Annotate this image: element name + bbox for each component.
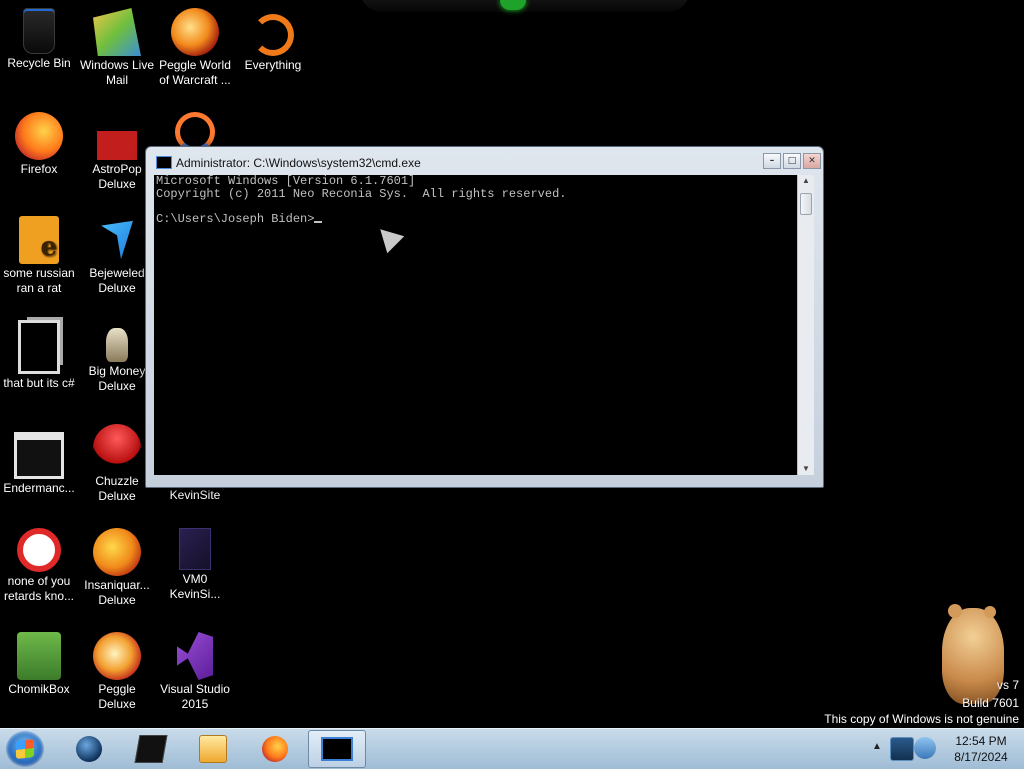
window-title: Administrator: C:\Windows\system32\cmd.e… bbox=[176, 156, 421, 170]
window-controls: – □ ✕ bbox=[761, 153, 821, 169]
desktop-icon-visual-studio[interactable]: Visual Studio 2015 bbox=[156, 632, 234, 712]
icon-label: Endermanc... bbox=[3, 481, 75, 495]
system-tray: ▲ 12:54 PM 8/17/2024 bbox=[864, 729, 1024, 769]
network-icon[interactable] bbox=[890, 737, 914, 761]
icon-label: some russian ran a rat bbox=[3, 266, 75, 295]
desktop-icon-windows-live-mail[interactable]: Windows Live Mail bbox=[78, 8, 156, 88]
cmd-icon bbox=[321, 737, 353, 761]
globe-icon bbox=[76, 736, 102, 762]
minimize-button[interactable]: – bbox=[763, 153, 781, 169]
enderman-icon bbox=[14, 432, 64, 479]
recycle-bin-icon bbox=[23, 8, 55, 54]
console-line: Microsoft Windows [Version 6.1.7601] bbox=[156, 174, 416, 188]
bejeweled-icon bbox=[101, 220, 133, 260]
console-prompt: C:\Users\Joseph Biden> bbox=[156, 211, 315, 226]
text-cursor bbox=[314, 220, 323, 223]
icon-label: VM0 KevinSi... bbox=[169, 572, 221, 601]
desktop-icon-recycle-bin[interactable]: Recycle Bin bbox=[0, 8, 78, 71]
chuzzle-icon bbox=[93, 424, 141, 472]
taskbar: ▲ 12:54 PM 8/17/2024 bbox=[0, 728, 1024, 769]
start-button[interactable] bbox=[6, 731, 44, 767]
desktop-icon-insaniquarium[interactable]: Insaniquar... Deluxe bbox=[78, 528, 156, 608]
peggle-icon bbox=[171, 8, 219, 56]
cmd-icon bbox=[156, 156, 172, 169]
windows-start-icon bbox=[16, 739, 34, 759]
shortcut-icon bbox=[17, 528, 61, 572]
desktop-icon-vm0[interactable]: VM0 KevinSi... bbox=[156, 528, 234, 602]
icon-label: Visual Studio 2015 bbox=[160, 682, 230, 711]
security-icon[interactable] bbox=[914, 737, 936, 759]
astropop-icon bbox=[97, 112, 137, 160]
desktop-icon-peggle-wow[interactable]: Peggle World of Warcraft ... bbox=[156, 8, 234, 88]
taskbar-media-player[interactable] bbox=[184, 730, 242, 768]
clock[interactable]: 12:54 PM 8/17/2024 bbox=[946, 733, 1016, 765]
watermark-edition: vs 7 bbox=[996, 678, 1019, 692]
green-gem-decoration bbox=[500, 0, 526, 10]
cmd-window[interactable]: Administrator: C:\Windows\system32\cmd.e… bbox=[145, 146, 824, 488]
watermark-build: Build 7601 bbox=[962, 696, 1019, 710]
firefox-icon bbox=[262, 736, 288, 762]
icon-label: Windows Live Mail bbox=[79, 58, 155, 87]
icon-label: KevinSite bbox=[169, 488, 221, 502]
desktop-icon-enderman[interactable]: Endermanc... bbox=[0, 424, 78, 496]
mail-icon bbox=[93, 8, 141, 56]
media-player-icon bbox=[199, 735, 227, 763]
icon-label: Peggle World of Warcraft ... bbox=[159, 58, 231, 87]
insaniquarium-icon bbox=[93, 528, 141, 576]
watermark-genuine-notice: This copy of Windows is not genuine bbox=[824, 712, 1019, 726]
top-decoration bbox=[360, 0, 690, 12]
icon-label: ChomikBox bbox=[8, 682, 70, 696]
desktop-icon-firefox[interactable]: Firefox bbox=[0, 112, 78, 177]
icon-label: Firefox bbox=[20, 162, 58, 176]
desktop-icon-none-of-you[interactable]: none of you retards kno... bbox=[0, 528, 78, 604]
icon-label: that but its c# bbox=[3, 376, 75, 390]
maximize-button[interactable]: □ bbox=[783, 153, 801, 169]
peggle-deluxe-icon bbox=[93, 632, 141, 680]
icon-label: Everything bbox=[244, 58, 302, 72]
desktop: Recycle Bin Firefox e some russian ran a… bbox=[0, 0, 1024, 728]
clock-date: 8/17/2024 bbox=[954, 750, 1008, 764]
desktop-icon-chomikbox[interactable]: ChomikBox bbox=[0, 632, 78, 697]
desktop-icon-peggle-deluxe[interactable]: Peggle Deluxe bbox=[78, 632, 156, 712]
console-prompt-line: C:\Users\Joseph Biden> bbox=[154, 211, 797, 226]
icon-label: Insaniquar... Deluxe bbox=[84, 578, 150, 607]
taskbar-terminal[interactable] bbox=[122, 730, 180, 768]
desktop-icon-rat[interactable]: e some russian ran a rat bbox=[0, 216, 78, 296]
cmd-titlebar[interactable]: Administrator: C:\Windows\system32\cmd.e… bbox=[146, 147, 823, 175]
desktop-icon-csharp[interactable]: that but its c# bbox=[0, 320, 78, 391]
rat-icon: e bbox=[19, 216, 59, 264]
everything-icon bbox=[252, 14, 294, 56]
taskbar-globe[interactable] bbox=[60, 730, 118, 768]
vertical-scrollbar[interactable]: ▲ ▼ bbox=[797, 175, 814, 475]
taskbar-firefox[interactable] bbox=[246, 730, 304, 768]
taskbar-cmd[interactable] bbox=[308, 730, 366, 768]
icon-label: Recycle Bin bbox=[7, 56, 71, 70]
chomikbox-icon bbox=[17, 632, 61, 680]
icon-label: Peggle Deluxe bbox=[98, 682, 136, 711]
clock-time: 12:54 PM bbox=[955, 734, 1007, 748]
scroll-up-arrow-icon[interactable]: ▲ bbox=[798, 175, 814, 187]
console-output[interactable]: Microsoft Windows [Version 6.1.7601] Cop… bbox=[154, 175, 797, 475]
firefox-icon bbox=[15, 112, 63, 160]
big-money-icon bbox=[106, 328, 128, 362]
desktop-icon-everything[interactable]: Everything bbox=[234, 8, 312, 73]
show-hidden-icons-arrow-icon[interactable]: ▲ bbox=[872, 741, 882, 752]
terminal-icon bbox=[134, 735, 168, 763]
visual-studio-icon bbox=[177, 632, 213, 680]
hamster-overlay bbox=[942, 604, 1004, 704]
icon-label: none of you retards kno... bbox=[3, 574, 75, 603]
close-button[interactable]: ✕ bbox=[803, 153, 821, 169]
vm0-icon bbox=[179, 528, 211, 570]
console-line: Copyright (c) 2011 Neo Reconia Sys. All … bbox=[156, 186, 567, 201]
scrollbar-thumb[interactable] bbox=[800, 193, 812, 215]
csharp-icon bbox=[18, 320, 60, 374]
scroll-down-arrow-icon[interactable]: ▼ bbox=[798, 463, 814, 475]
